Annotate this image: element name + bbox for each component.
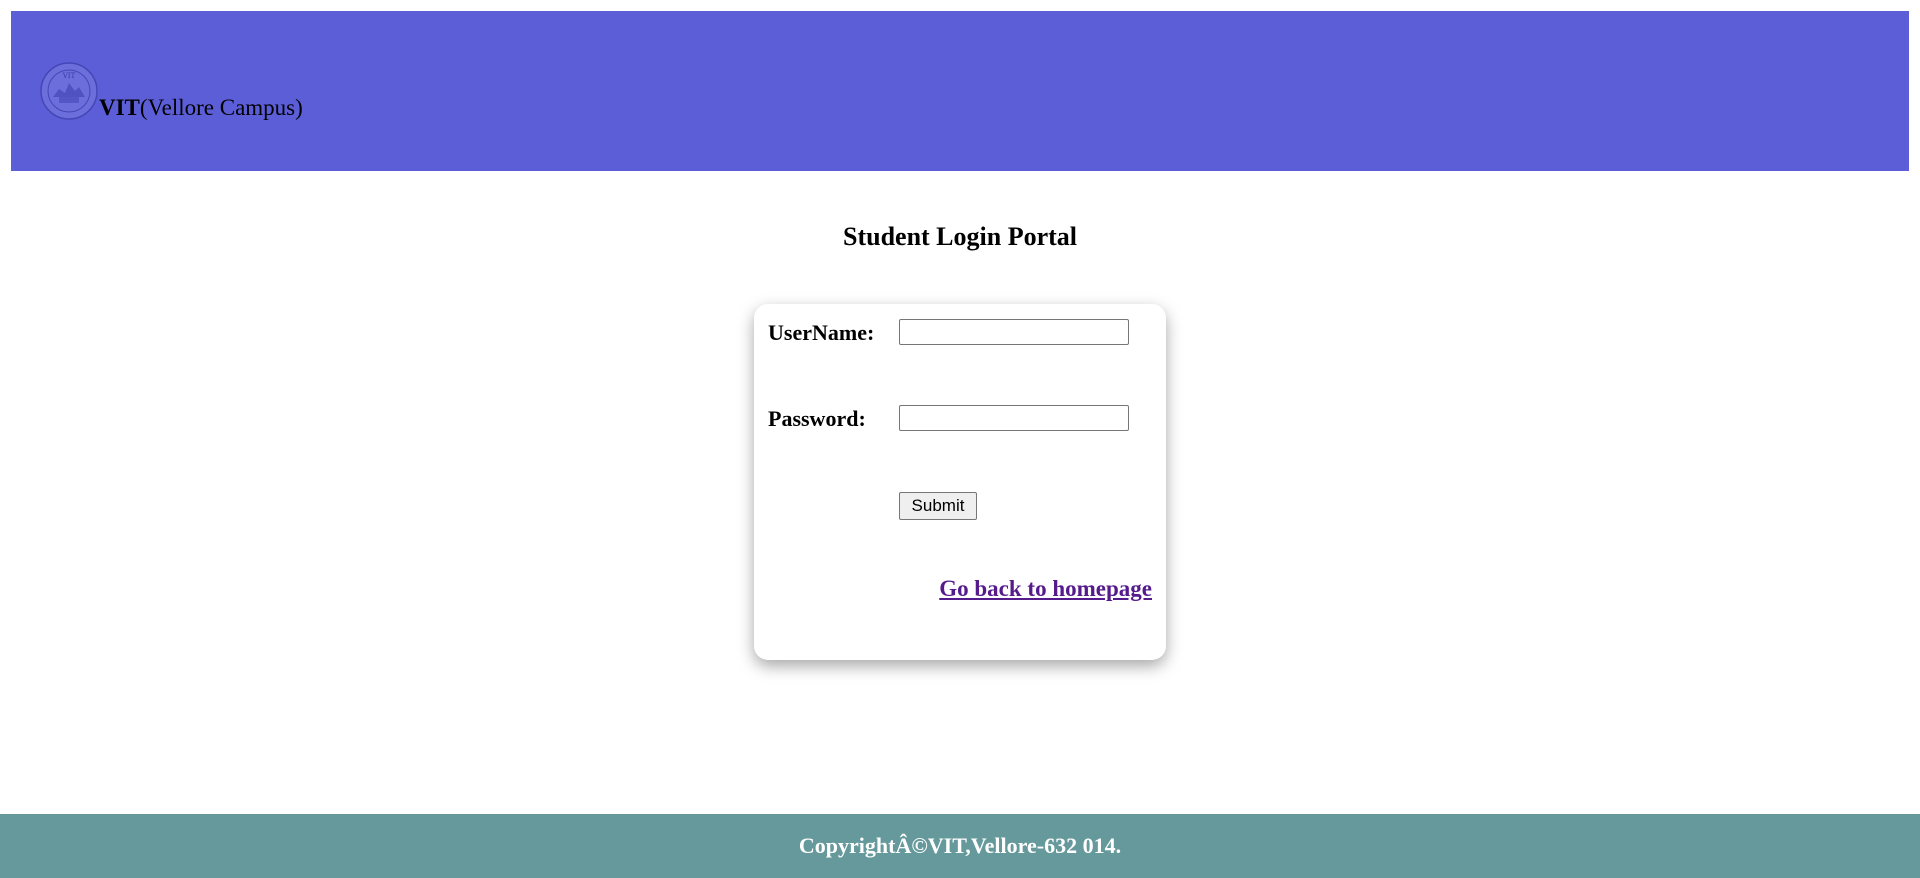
password-label: Password: (768, 406, 866, 431)
site-footer: CopyrightÂ©VIT,Vellore-632 014. (0, 814, 1920, 878)
brand-name: VIT(Vellore Campus) (99, 96, 303, 119)
username-input[interactable] (899, 319, 1129, 345)
username-label: UserName: (768, 320, 875, 345)
submit-button[interactable]: Submit (899, 492, 977, 520)
brand-name-bold: VIT (99, 95, 140, 120)
page-title: Student Login Portal (842, 222, 1078, 251)
password-input[interactable] (899, 405, 1129, 431)
login-card: UserName: Password: Submit Go back to ho… (754, 304, 1166, 660)
vit-seal-icon: VIT (40, 62, 98, 120)
site-header: VIT VIT(Vellore Campus) (11, 11, 1909, 171)
brand-name-campus: (Vellore Campus) (139, 95, 303, 120)
homepage-link[interactable]: Go back to homepage (939, 576, 1152, 602)
copyright-text: CopyrightÂ©VIT,Vellore-632 014. (798, 833, 1122, 858)
svg-text:VIT: VIT (62, 72, 76, 80)
brand: VIT VIT(Vellore Campus) (39, 61, 303, 121)
